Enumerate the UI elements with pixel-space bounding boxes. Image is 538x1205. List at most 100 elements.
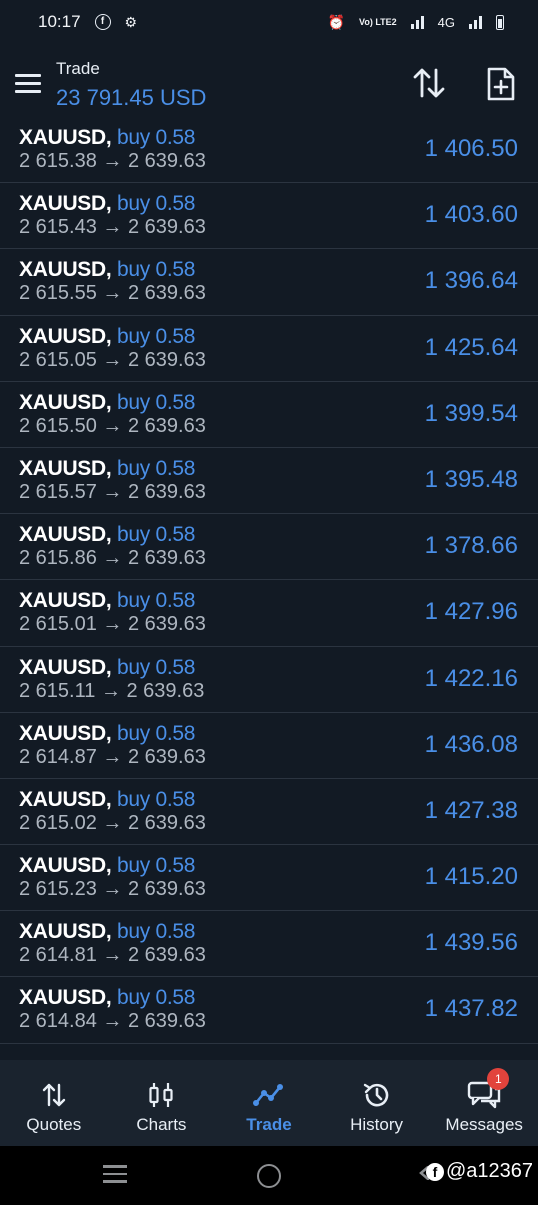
facebook-notification-icon: f — [94, 14, 111, 30]
new-document-icon[interactable] — [486, 66, 516, 102]
trade-row[interactable]: XAUUSD, buy 0.58 2 615.11 → 2 639.63 1 422… — [0, 647, 538, 713]
trade-open-price: 2 615.11 — [19, 679, 96, 702]
trade-side: buy 0.58 — [116, 523, 196, 547]
trade-symbol-text: XAUUSD, — [19, 655, 112, 679]
trade-current-price: 2 639.63 — [127, 1010, 206, 1033]
trade-row[interactable]: XAUUSD, buy 0.58 2 615.02 → 2 639.63 1 427… — [0, 779, 538, 846]
recent-apps-icon[interactable] — [103, 1165, 127, 1185]
nav-quotes[interactable]: Quotes — [0, 1060, 108, 1146]
trade-row[interactable]: XAUUSD, buy 0.58 2 615.55 → 2 639.63 1 396… — [0, 249, 538, 316]
trade-symbol-text: XAUUSD, — [19, 787, 112, 811]
trade-open-price: 2 615.57 — [19, 480, 97, 503]
trade-side: buy 0.58 — [116, 324, 196, 348]
trade-symbol: XAUUSD, buy 0.58 — [19, 523, 195, 547]
trade-row[interactable]: XAUUSD, buy 0.58 2 614.87 → 2 639.63 1 436… — [0, 713, 538, 779]
trade-profit: 1 399.54 — [424, 399, 518, 427]
trade-side: buy 0.58 — [116, 126, 196, 149]
trade-arrow: → — [102, 150, 123, 172]
trade-side: buy 0.58 — [116, 787, 196, 811]
nav-charts[interactable]: Charts — [108, 1060, 216, 1146]
trade-prices: 2 615.01 → 2 639.63 — [19, 613, 206, 636]
trade-arrow: → — [102, 944, 123, 967]
quotes-icon — [41, 1080, 67, 1110]
trade-current-price: 2 639.63 — [127, 282, 206, 305]
trade-profit: 1 415.20 — [424, 863, 518, 891]
trade-row[interactable]: XAUUSD, buy 0.58 2 615.23 → 2 639.63 1 415… — [0, 845, 538, 912]
trade-side: buy 0.58 — [116, 456, 196, 480]
trade-arrow: → — [102, 480, 123, 503]
bottom-navigation: Quotes Charts Trade History Messages 1 — [0, 1060, 538, 1146]
trade-symbol: XAUUSD, buy 0.58 — [19, 192, 195, 216]
trade-row[interactable]: XAUUSD, buy 0.58 2 614.84 → 2 639.63 1 437… — [0, 977, 538, 1044]
trade-row[interactable]: XAUUSD, buy 0.58 2 615.50 → 2 639.63 1 399… — [0, 382, 538, 448]
trade-row[interactable]: XAUUSD, buy 0.58 2 615.43 → 2 639.63 1 403… — [0, 183, 538, 250]
trade-symbol: XAUUSD, buy 0.58 — [19, 457, 195, 481]
menu-icon[interactable] — [15, 74, 41, 94]
nav-quotes-label: Quotes — [26, 1115, 82, 1134]
trade-symbol-text: XAUUSD, — [19, 324, 112, 348]
trade-current-price: 2 639.63 — [127, 811, 206, 834]
nav-messages[interactable]: Messages 1 — [430, 1060, 538, 1146]
trade-symbol-text: XAUUSD, — [19, 390, 112, 414]
trade-row[interactable]: XAUUSD, buy 0.58 2 615.01 → 2 639.63 1 427… — [0, 580, 538, 647]
trade-prices: 2 614.81 → 2 639.63 — [19, 944, 206, 967]
trade-side: buy 0.58 — [116, 854, 196, 878]
trade-open-price: 2 615.02 — [19, 811, 97, 834]
trade-row[interactable]: XAUUSD, buy 0.58 2 615.38 → 2 639.63 1 406… — [0, 117, 538, 184]
trade-symbol: XAUUSD, buy 0.58 — [19, 656, 195, 680]
trade-open-price: 2 614.87 — [19, 745, 97, 768]
trade-symbol-text: XAUUSD, — [19, 192, 112, 216]
trade-symbol: XAUUSD, buy 0.58 — [19, 920, 195, 944]
nav-messages-label: Messages — [445, 1115, 523, 1134]
signal-icon — [410, 15, 424, 29]
trade-profit: 1 403.60 — [424, 201, 518, 229]
system-navigation-bar: f @a12367 — [0, 1146, 538, 1205]
trade-prices: 2 615.05 → 2 639.63 — [19, 349, 206, 372]
trade-symbol-text: XAUUSD, — [19, 258, 112, 282]
trade-open-price: 2 615.38 — [19, 150, 97, 172]
status-time: 10:17 — [38, 12, 81, 31]
alarm-icon: ⏰ — [327, 13, 345, 30]
trade-arrow: → — [102, 547, 123, 570]
trade-arrow: → — [102, 878, 123, 901]
trade-current-price: 2 639.63 — [127, 414, 206, 437]
trade-row[interactable]: XAUUSD, buy 0.58 2 614.81 → 2 639.63 1 439… — [0, 911, 538, 978]
trade-arrow: → — [100, 679, 121, 702]
trade-side: buy 0.58 — [116, 986, 196, 1010]
trade-prices: 2 615.38 → 2 639.63 — [19, 150, 206, 173]
trade-current-price: 2 639.63 — [127, 480, 206, 503]
trade-current-price: 2 639.63 — [127, 348, 206, 371]
trade-symbol-text: XAUUSD, — [19, 854, 112, 878]
messages-badge: 1 — [487, 1068, 510, 1090]
sort-icon[interactable] — [412, 66, 446, 100]
trade-profit: 1 425.64 — [424, 333, 518, 361]
nav-trade[interactable]: Trade — [215, 1060, 323, 1146]
facebook-logo-icon: f — [426, 1162, 444, 1181]
trade-prices: 2 614.84 → 2 639.63 — [19, 1010, 206, 1033]
trade-row[interactable]: XAUUSD, buy 0.58 2 615.57 → 2 639.63 1 395… — [0, 448, 538, 515]
nav-history-label: History — [350, 1115, 404, 1134]
trade-profit: 1 437.82 — [424, 995, 518, 1023]
signal-icon-2 — [469, 15, 482, 29]
trade-side: buy 0.58 — [116, 721, 196, 745]
trade-icon — [252, 1080, 285, 1110]
home-icon[interactable] — [257, 1164, 281, 1188]
trade-row[interactable]: XAUUSD, buy 0.58 2 615.86 → 2 639.63 1 378… — [0, 514, 538, 581]
trade-side: buy 0.58 — [116, 655, 196, 679]
trade-open-price: 2 614.81 — [19, 944, 97, 967]
trade-symbol: XAUUSD, buy 0.58 — [19, 589, 195, 613]
trade-current-price: 2 639.63 — [127, 878, 206, 901]
trade-row[interactable]: XAUUSD, buy 0.58 2 615.05 → 2 639.63 1 425… — [0, 316, 538, 382]
nav-history[interactable]: History — [323, 1060, 431, 1146]
trade-current-price: 2 639.63 — [126, 679, 205, 702]
trade-symbol: XAUUSD, buy 0.58 — [19, 325, 195, 349]
trade-profit: 1 395.48 — [424, 465, 518, 493]
trade-symbol-text: XAUUSD, — [19, 986, 112, 1010]
trade-open-price: 2 615.55 — [19, 282, 97, 305]
trade-symbol: XAUUSD, buy 0.58 — [19, 986, 195, 1010]
trade-prices: 2 615.23 → 2 639.63 — [19, 878, 206, 901]
trade-prices: 2 615.86 → 2 639.63 — [19, 547, 206, 570]
trade-current-price: 2 639.63 — [127, 216, 206, 239]
history-icon — [362, 1080, 392, 1110]
trade-symbol-text: XAUUSD, — [19, 456, 112, 480]
